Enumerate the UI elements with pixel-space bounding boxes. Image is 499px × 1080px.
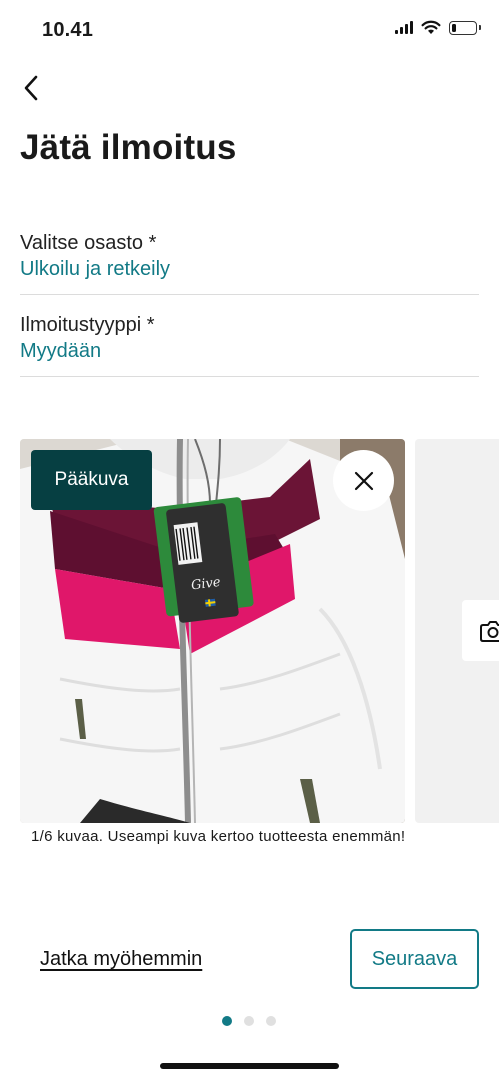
cellular-signal-icon <box>395 21 413 34</box>
chevron-left-icon <box>24 75 38 101</box>
continue-later-link[interactable]: Jatka myöhemmin <box>40 948 202 971</box>
step-dot <box>266 1016 276 1026</box>
main-photo-badge: Pääkuva <box>31 450 152 510</box>
home-indicator <box>160 1063 339 1069</box>
close-icon <box>354 471 373 490</box>
department-select[interactable]: Valitse osasto * Ulkoilu ja retkeily <box>20 230 479 295</box>
photo-count-hint: 1/6 kuvaa. Useampi kuva kertoo tuotteest… <box>31 828 406 845</box>
page-title: Jätä ilmoitus <box>20 128 237 167</box>
step-dot <box>244 1016 254 1026</box>
battery-icon <box>449 20 481 35</box>
status-time: 10.41 <box>42 19 94 41</box>
add-photo-button[interactable] <box>462 600 499 661</box>
battery-level <box>452 23 456 32</box>
listing-type-label: Ilmoitustyyppi * <box>20 314 155 336</box>
back-button[interactable] <box>16 72 46 104</box>
camera-icon <box>480 620 499 642</box>
listing-type-value: Myydään <box>20 340 102 362</box>
wifi-icon <box>421 20 441 34</box>
step-indicator <box>222 1016 276 1026</box>
department-value: Ulkoilu ja retkeily <box>20 258 171 280</box>
department-label: Valitse osasto * <box>20 232 157 254</box>
status-icons <box>395 20 481 35</box>
remove-photo-button[interactable] <box>333 450 394 511</box>
listing-type-select[interactable]: Ilmoitustyyppi * Myydään <box>20 312 479 377</box>
step-dot-active <box>222 1016 232 1026</box>
create-listing-screen: 10.41 Jätä ilmoitus Valitse osasto * Ulk… <box>0 0 499 1080</box>
next-button[interactable]: Seuraava <box>350 929 479 989</box>
